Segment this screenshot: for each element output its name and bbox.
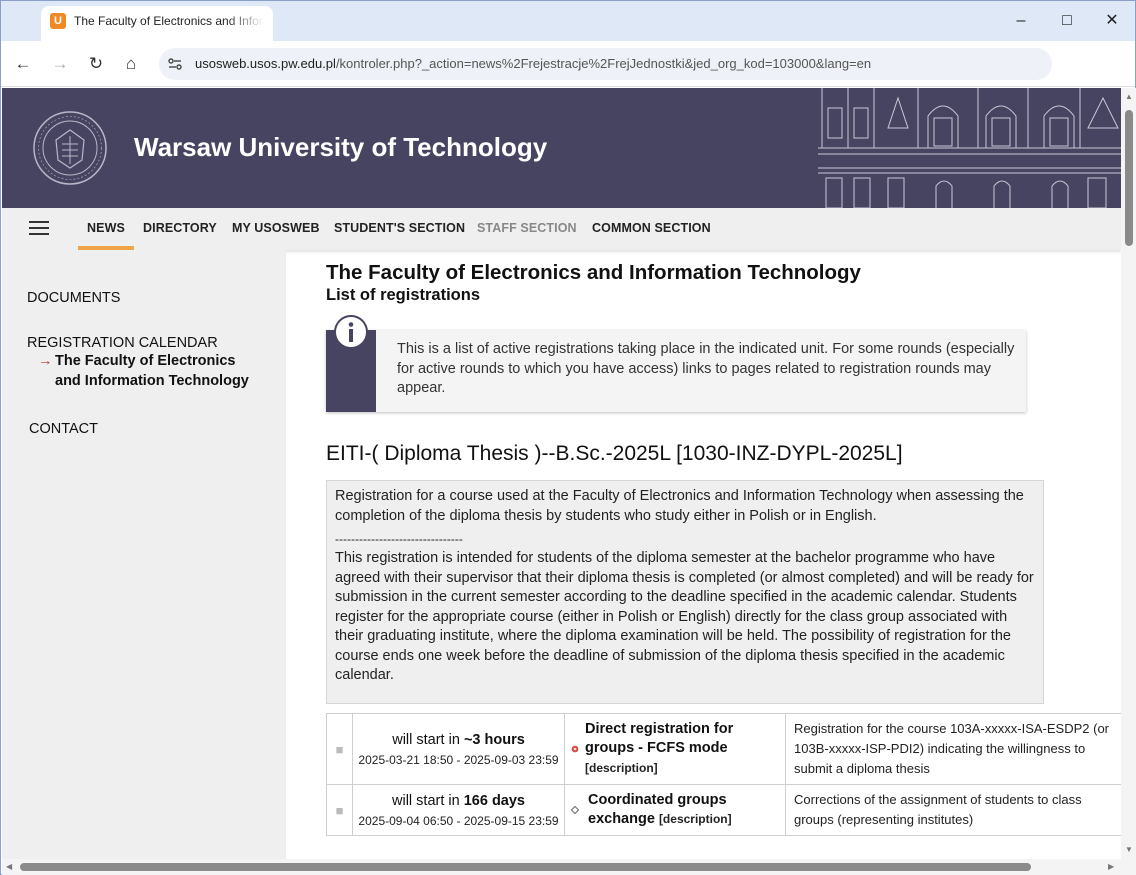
browser-tab[interactable]: U The Faculty of Electronics and Informa… [41,6,273,41]
description-paragraph-2: This registration is intended for studen… [335,550,1034,683]
round-name-cell: Direct registration for groups - FCFS mo… [564,713,786,785]
diamond-icon [571,806,579,814]
round-time-cell: will start in ~3 hours 2025-03-21 18:50 … [352,713,565,785]
round-when-value: 166 days [463,792,525,809]
horizontal-scrollbar[interactable]: ◀ ▶ [2,859,1136,875]
url-host: usosweb.usos.pw.edu.pl [195,56,336,71]
scroll-up-icon[interactable]: ▲ [1125,92,1133,101]
scroll-left-icon[interactable]: ◀ [6,862,12,871]
description-separator: -------------------------------- [335,532,463,546]
back-arrow-icon[interactable]: ← [11,52,35,76]
description-paragraph-1: Registration for a course used at the Fa… [335,488,1024,524]
menu-staff-section[interactable]: STAFF SECTION [477,221,577,235]
info-box: This is a list of active registrations t… [326,315,1026,412]
menu-news[interactable]: NEWS [87,221,125,235]
round-dates: 2025-09-04 06:50 - 2025-09-15 23:59 [358,813,559,828]
banner-title[interactable]: Warsaw University of Technology [134,132,547,163]
home-icon[interactable]: ⌂ [119,52,143,76]
main-menu: NEWS DIRECTORY MY USOSWEB STUDENT'S SECT… [2,208,1121,250]
sidebar: DOCUMENTS REGISTRATION CALENDAR → The Fa… [2,250,286,859]
minimize-icon[interactable]: – [1009,9,1033,33]
url-text[interactable]: usosweb.usos.pw.edu.pl/kontroler.php?_ac… [195,56,871,71]
sidebar-item-contact[interactable]: CONTACT [29,421,98,437]
menu-common-section[interactable]: COMMON SECTION [592,221,711,235]
hamburger-menu-icon[interactable] [29,221,49,237]
site-banner: Warsaw University of Technology [2,88,1121,208]
sidebar-item-registration-calendar[interactable]: REGISTRATION CALENDAR [27,335,218,351]
table-row: ■ will start in ~3 hours 2025-03-21 18:5… [326,713,1121,785]
registration-title: EITI-( Diploma Thesis )--B.Sc.-2025L [10… [326,442,903,465]
url-path: /kontroler.php?_action=news%2Frejestracj… [335,56,872,71]
round-time-cell: will start in 166 days 2025-09-04 06:50 … [352,784,565,836]
browser-toolbar: ← → ↻ ⌂ usosweb.usos.pw.edu.pl/kontroler… [1,41,1135,87]
round-dates: 2025-03-21 18:50 - 2025-09-03 23:59 [358,752,559,767]
reload-icon[interactable]: ↻ [84,52,108,76]
table-row: ■ will start in 166 days 2025-09-04 06:5… [326,784,1121,836]
scroll-down-icon[interactable]: ▼ [1125,845,1133,854]
title-bar: U The Faculty of Electronics and Informa… [1,1,1135,41]
round-description: Registration for the course 103A-xxxxx-I… [785,713,1121,785]
building-illustration-icon [818,88,1121,208]
round-name: Direct registration for groups - FCFS mo… [585,720,734,757]
usos-favicon-icon: U [50,13,66,29]
rounds-table: ■ will start in ~3 hours 2025-03-21 18:5… [326,713,1121,836]
close-icon[interactable]: ✕ [1100,9,1124,33]
menu-directory[interactable]: DIRECTORY [143,221,217,235]
sidebar-item-documents[interactable]: DOCUMENTS [27,290,120,306]
round-when-prefix: will start in [392,792,460,809]
web-page: Warsaw University of Technology NEWS DIR… [2,88,1121,859]
page-subtitle: List of registrations [326,286,481,304]
horizontal-scroll-thumb[interactable] [20,863,1031,871]
sidebar-item-current-unit-label: The Faculty of Electronics and Informati… [55,353,249,389]
info-text: This is a list of active registrations t… [397,341,1015,396]
round-when-prefix: will start in [392,731,460,748]
page-title: The Faculty of Electronics and Informati… [326,261,861,284]
registration-description: Registration for a course used at the Fa… [326,480,1044,704]
tab-title: The Faculty of Electronics and Informati… [74,14,264,28]
address-bar[interactable]: usosweb.usos.pw.edu.pl/kontroler.php?_ac… [159,48,1052,80]
round-description: Corrections of the assignment of student… [785,784,1121,836]
row-status-icon: ■ [326,784,353,836]
round-description-link[interactable]: [description] [585,761,658,775]
menu-students-section[interactable]: STUDENT'S SECTION [334,221,465,235]
university-seal-icon[interactable] [32,110,108,186]
round-name-cell: Coordinated groups exchange [description… [564,784,786,836]
maximize-icon[interactable]: □ [1055,9,1079,33]
vertical-scroll-thumb[interactable] [1125,110,1133,246]
arrow-right-icon: → [38,353,53,369]
round-description-link[interactable]: [description] [659,812,732,826]
site-settings-icon[interactable] [167,56,183,72]
browser-window: U The Faculty of Electronics and Informa… [0,0,1136,875]
row-status-icon: ■ [326,713,353,785]
scroll-right-icon[interactable]: ▶ [1108,862,1114,871]
round-when-value: ~3 hours [463,731,525,748]
info-icon [334,315,368,349]
forward-arrow-icon[interactable]: → [48,52,72,76]
menu-my-usosweb[interactable]: MY USOSWEB [232,221,320,235]
vertical-scrollbar[interactable]: ▲ ▼ [1121,88,1136,859]
red-dot-icon [571,745,579,753]
